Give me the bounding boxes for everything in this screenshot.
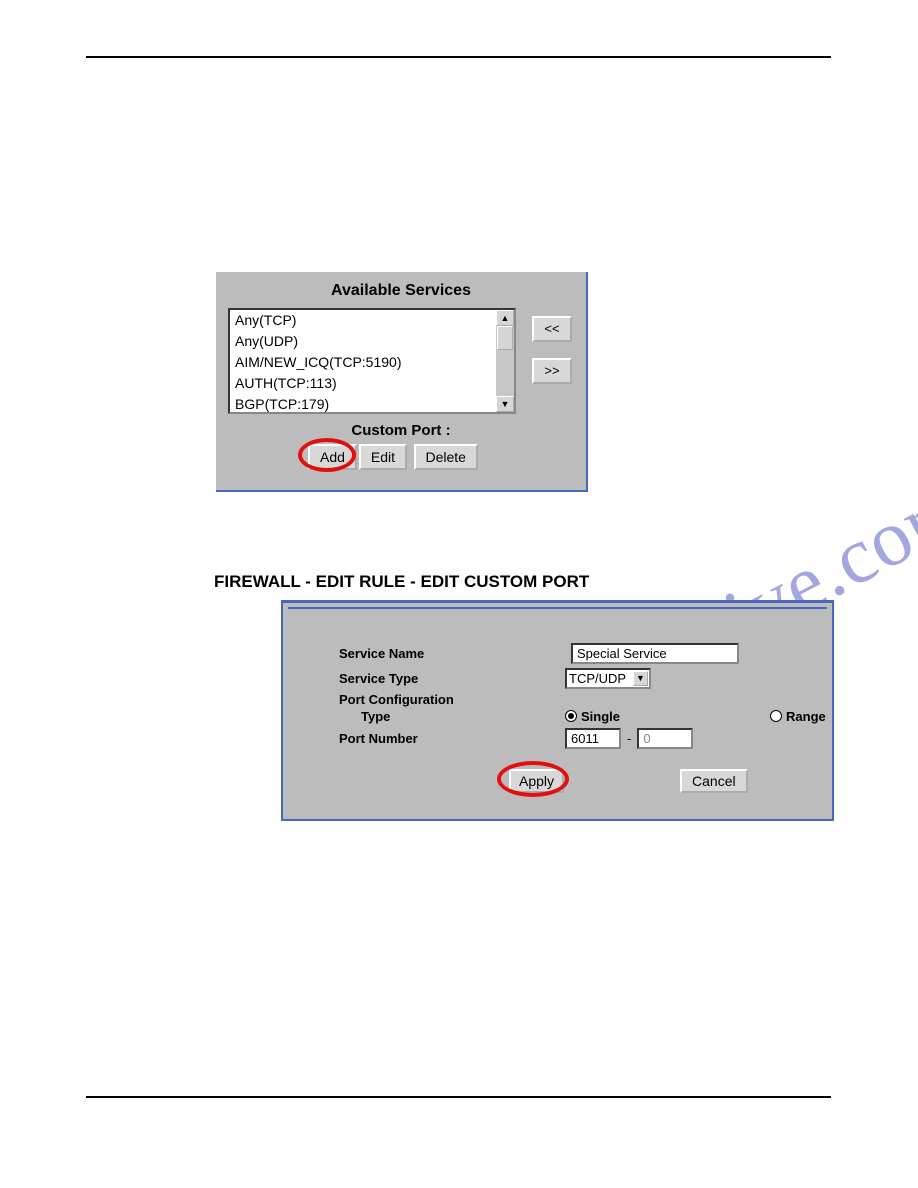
edit-button[interactable]: Edit <box>359 444 407 470</box>
bottom-rule <box>86 1096 831 1098</box>
radio-dot-icon <box>770 710 782 722</box>
port-number-row: Port Number - <box>339 727 809 749</box>
move-left-button[interactable]: << <box>532 316 572 342</box>
scroll-down-icon[interactable]: ▼ <box>496 396 514 412</box>
chevron-down-icon[interactable]: ▼ <box>633 671 648 686</box>
scroll-up-icon[interactable]: ▲ <box>496 310 514 326</box>
service-type-row: Service Type TCP/UDP ▼ <box>339 667 809 689</box>
available-services-panel: Available Services Any(TCP) Any(UDP) AIM… <box>216 272 588 492</box>
list-item[interactable]: Any(TCP) <box>230 310 514 331</box>
service-name-row: Service Name <box>339 642 809 664</box>
edit-custom-port-panel: Service Name Service Type TCP/UDP ▼ Port… <box>281 600 834 821</box>
list-item[interactable]: BGP(TCP:179) <box>230 394 514 414</box>
port-number-label: Port Number <box>339 731 503 746</box>
panel-divider <box>288 607 827 619</box>
service-type-value: TCP/UDP <box>569 671 626 686</box>
cancel-button[interactable]: Cancel <box>680 769 748 793</box>
service-name-label: Service Name <box>339 646 503 661</box>
type-label: Type <box>361 709 503 724</box>
custom-port-label: Custom Port : <box>216 422 586 439</box>
port-end-input[interactable] <box>637 728 693 749</box>
service-type-select[interactable]: TCP/UDP ▼ <box>565 668 651 689</box>
list-item[interactable]: Any(UDP) <box>230 331 514 352</box>
radio-dot-icon <box>565 710 577 722</box>
list-item[interactable]: AIM/NEW_ICQ(TCP:5190) <box>230 352 514 373</box>
type-row: Type Single Range <box>361 705 831 727</box>
top-rule <box>86 56 831 58</box>
service-name-input[interactable] <box>571 643 739 664</box>
scroll-thumb[interactable] <box>497 326 513 350</box>
type-single-radio[interactable]: Single <box>565 709 620 724</box>
list-item[interactable]: AUTH(TCP:113) <box>230 373 514 394</box>
available-services-title: Available Services <box>216 282 586 300</box>
button-divider <box>283 602 832 603</box>
section-heading: FIREWALL - EDIT RULE - EDIT CUSTOM PORT <box>214 572 589 592</box>
delete-button[interactable]: Delete <box>414 444 478 470</box>
move-right-button[interactable]: >> <box>532 358 572 384</box>
action-buttons: Apply Cancel <box>283 769 832 793</box>
service-type-label: Service Type <box>339 671 503 686</box>
port-start-input[interactable] <box>565 728 621 749</box>
scrollbar[interactable]: ▲ ▼ <box>496 310 514 412</box>
dash: - <box>627 731 631 746</box>
type-single-label: Single <box>581 709 620 724</box>
add-button[interactable]: Add <box>308 444 357 470</box>
apply-button[interactable]: Apply <box>509 769 564 793</box>
services-listbox[interactable]: Any(TCP) Any(UDP) AIM/NEW_ICQ(TCP:5190) … <box>228 308 516 414</box>
custom-port-buttons: AddEdit Delete <box>308 444 480 470</box>
type-range-label: Range <box>786 709 826 724</box>
type-range-radio[interactable]: Range <box>770 709 826 724</box>
